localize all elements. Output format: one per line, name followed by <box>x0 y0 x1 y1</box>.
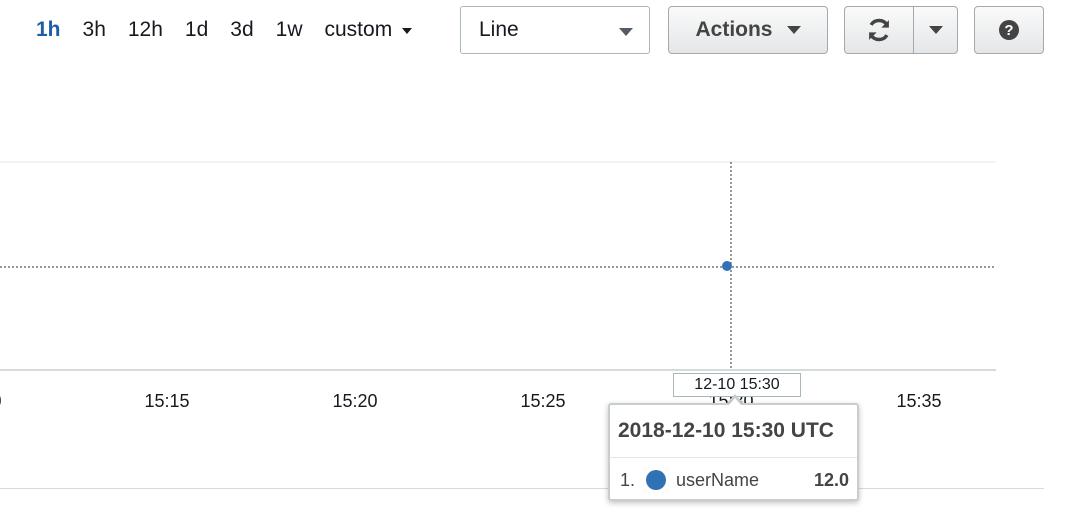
tooltip-arrow-inner <box>729 398 741 405</box>
tooltip-series-name: userName <box>676 469 760 490</box>
series-color-dot <box>646 470 666 490</box>
x-tick-label: 15:20 <box>332 391 377 411</box>
tooltip-title: 2018-12-10 15:30 UTC <box>610 405 857 458</box>
x-tick-label: 15:15 <box>144 391 189 411</box>
tooltip-series-value: 12.0 <box>813 469 849 490</box>
panel-divider <box>0 488 1044 489</box>
x-tick-label: 15:35 <box>896 391 941 411</box>
line-chart[interactable]: 15:1015:1515:2015:2515:3015:35 <box>0 0 1072 530</box>
data-point[interactable] <box>722 261 732 271</box>
x-tick-label: 15:25 <box>520 391 565 411</box>
x-tick-label: 15:10 <box>0 391 2 411</box>
chart-tooltip: 2018-12-10 15:30 UTC 1. userName 12.0 <box>608 403 859 501</box>
tooltip-row: 1. userName 12.0 <box>610 458 857 502</box>
tooltip-row-index: 1. <box>620 469 636 490</box>
